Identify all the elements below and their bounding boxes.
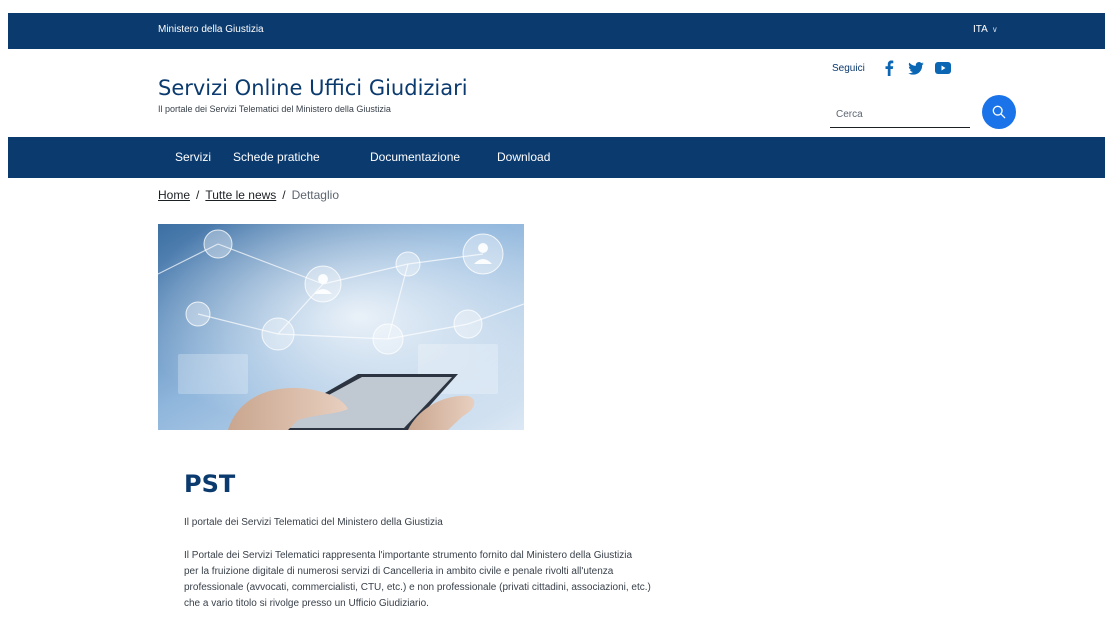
article-body-line: che a vario titolo si rivolge presso un …: [184, 598, 429, 609]
site-subtitle: Il portale dei Servizi Telematici del Mi…: [158, 104, 391, 114]
nav-item-servizi[interactable]: Servizi: [175, 150, 211, 164]
search-input[interactable]: [830, 101, 970, 127]
breadcrumb-news-link[interactable]: Tutte le news: [205, 188, 276, 202]
article-hero-image: [158, 224, 524, 430]
breadcrumb-home-link[interactable]: Home: [158, 188, 190, 202]
top-bar: Ministero della Giustizia ITA ∨: [8, 13, 1105, 49]
article-body: Il Portale dei Servizi Telematici rappre…: [184, 548, 784, 612]
main-nav: Servizi Schede pratiche Documentazione D…: [8, 137, 1105, 178]
ministry-name: Ministero della Giustizia: [158, 24, 264, 35]
article-body-line: per la fruizione digitale di numerosi se…: [184, 566, 614, 577]
facebook-icon[interactable]: [880, 59, 898, 77]
twitter-icon[interactable]: [907, 59, 925, 77]
article-body-line: professionale (avvocati, commercialisti,…: [184, 582, 651, 593]
breadcrumb-current: Dettaglio: [291, 188, 339, 202]
nav-item-download[interactable]: Download: [497, 150, 550, 164]
breadcrumb-separator: /: [282, 188, 286, 202]
breadcrumb: Home / Tutte le news / Dettaglio: [158, 188, 339, 202]
article-title: PST: [184, 470, 236, 498]
site-title[interactable]: Servizi Online Uffici Giudiziari: [158, 76, 468, 100]
nav-item-schede-pratiche[interactable]: Schede pratiche: [233, 150, 320, 164]
nav-item-documentazione[interactable]: Documentazione: [370, 150, 460, 164]
youtube-icon[interactable]: [934, 59, 952, 77]
site-header: Servizi Online Uffici Giudiziari Il port…: [8, 49, 1105, 137]
language-selector[interactable]: ITA ∨: [973, 24, 998, 35]
chevron-down-icon: ∨: [991, 25, 998, 34]
article-lead: Il portale dei Servizi Telematici del Mi…: [184, 517, 443, 528]
search-icon: [992, 105, 1006, 119]
article-body-line: Il Portale dei Servizi Telematici rappre…: [184, 550, 633, 561]
breadcrumb-separator: /: [196, 188, 200, 202]
follow-label: Seguici: [832, 63, 865, 74]
search-field: [830, 101, 970, 128]
search-button[interactable]: [982, 95, 1016, 129]
language-label: ITA: [973, 24, 988, 35]
